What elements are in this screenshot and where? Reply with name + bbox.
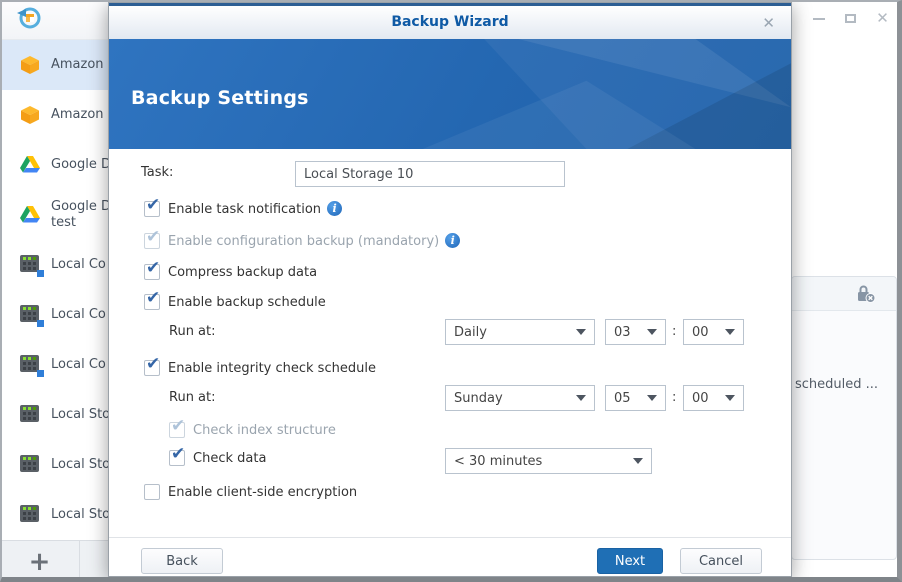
task-item-google-drive-1[interactable]: Google D (0, 140, 108, 190)
time-separator: : (672, 390, 677, 405)
dialog-titlebar[interactable]: Backup Wizard ✕ (109, 6, 791, 39)
checkbox-backup-schedule[interactable]: ✔ (144, 288, 160, 310)
row-integrity-schedule: ✔ Enable integrity check schedule (144, 354, 376, 376)
hyper-backup-logo-icon (16, 5, 42, 35)
integrity-hour-select[interactable]: 05 (605, 385, 666, 411)
integrity-minute-select[interactable]: 00 (683, 385, 744, 411)
dialog-title: Backup Wizard (391, 14, 509, 30)
backup-minute-select[interactable]: 00 (683, 319, 744, 345)
task-item-local-storage-1[interactable]: Local Sto (0, 390, 108, 440)
integrity-frequency-select[interactable]: Sunday (445, 385, 595, 411)
row-compress: ✔ Compress backup data (144, 258, 318, 280)
row-check-data: ✔ Check data (169, 444, 267, 466)
row-config-backup: ✔ Enable configuration backup (mandatory… (144, 227, 461, 250)
row-check-index: ✔ Check index structure (169, 416, 336, 438)
checkbox-integrity-schedule[interactable]: ✔ (144, 354, 160, 376)
panel-text-snippet: scheduled ... (795, 377, 879, 392)
backup-frequency-select[interactable]: Daily (445, 319, 595, 345)
copy-badge (37, 320, 44, 327)
checkbox-config-backup: ✔ (144, 227, 161, 249)
task-item-label: Local Co (51, 357, 106, 372)
lock-remove-icon[interactable] (856, 285, 876, 307)
backup-wizard-dialog: Backup Wizard ✕ Backup Settings Task: ✔ … (108, 2, 792, 577)
dialog-close-icon[interactable]: ✕ (762, 14, 775, 32)
chevron-down-icon (576, 329, 586, 335)
task-detail-panel: scheduled ... (791, 276, 897, 560)
footer-divider (109, 537, 791, 538)
task-item-local-copy-1[interactable]: Local Co (0, 240, 108, 290)
task-item-label: Google D (51, 157, 108, 172)
row-task-notification: ✔ Enable task notification i (144, 195, 343, 218)
chevron-down-icon (725, 329, 735, 335)
next-button[interactable]: Next (597, 548, 663, 574)
info-icon[interactable]: i (327, 201, 343, 216)
add-task-button[interactable]: + (0, 541, 80, 582)
copy-badge (37, 370, 44, 377)
checkbox-compress[interactable]: ✔ (144, 258, 160, 280)
amazon-cube-icon (20, 105, 42, 125)
local-server-icon (20, 455, 42, 475)
backup-run-at-label: Run at: (169, 324, 216, 339)
task-item-label: Local Sto (51, 407, 108, 422)
page-title: Backup Settings (131, 87, 309, 109)
sidebar-logo-bar (0, 0, 108, 40)
backup-task-list: Amazon Amazon Google D Google D test Loc… (0, 40, 108, 540)
row-backup-schedule: ✔ Enable backup schedule (144, 288, 326, 310)
task-item-label: Google D test (51, 199, 108, 230)
cancel-button[interactable]: Cancel (680, 548, 762, 574)
task-label: Task: (141, 165, 174, 180)
task-item-label: Local Co (51, 257, 106, 272)
dialog-header-banner: Backup Settings (109, 39, 791, 149)
panel-header (792, 277, 896, 311)
task-item-local-storage-3[interactable]: Local Sto (0, 490, 108, 540)
task-sidebar: Amazon Amazon Google D Google D test Loc… (0, 0, 108, 582)
task-item-label: Local Sto (51, 457, 108, 472)
task-item-label: Local Co (51, 307, 106, 322)
chevron-down-icon (633, 458, 643, 464)
chevron-down-icon (725, 395, 735, 401)
task-item-label: Amazon (51, 57, 104, 72)
amazon-cube-icon (20, 55, 42, 75)
local-server-badge-icon (20, 355, 44, 377)
task-item-label: Local Sto (51, 507, 108, 522)
integrity-run-at-label: Run at: (169, 390, 216, 405)
local-server-icon (20, 405, 42, 425)
window-close-icon[interactable]: ✕ (875, 11, 890, 26)
window-controls: ✕ (811, 11, 890, 26)
local-server-badge-icon (20, 255, 44, 277)
row-client-encryption: Enable client-side encryption (144, 484, 357, 501)
local-server-badge-icon (20, 305, 44, 327)
task-item-google-drive-test[interactable]: Google D test (0, 190, 108, 240)
task-name-input[interactable] (295, 161, 565, 187)
chevron-down-icon (647, 395, 657, 401)
check-data-duration-select[interactable]: < 30 minutes (445, 448, 652, 474)
screen: Amazon Amazon Google D Google D test Loc… (0, 0, 902, 582)
google-drive-icon (20, 155, 42, 175)
backup-hour-select[interactable]: 03 (605, 319, 666, 345)
local-server-icon (20, 505, 42, 525)
checkbox-check-index: ✔ (169, 416, 186, 438)
back-button[interactable]: Back (141, 548, 223, 574)
checkbox-task-notification[interactable]: ✔ (144, 195, 160, 217)
time-separator: : (672, 324, 677, 339)
chevron-down-icon (647, 329, 657, 335)
checkbox-client-encryption[interactable] (144, 484, 160, 500)
minimize-icon[interactable] (811, 11, 826, 26)
task-item-amazon-2[interactable]: Amazon (0, 90, 108, 140)
task-item-local-copy-2[interactable]: Local Co (0, 290, 108, 340)
task-item-label: Amazon (51, 107, 104, 122)
chevron-down-icon (576, 395, 586, 401)
checkbox-check-data[interactable]: ✔ (169, 444, 185, 466)
copy-badge (37, 270, 44, 277)
sidebar-toolbar: + (0, 540, 108, 582)
maximize-icon[interactable] (843, 11, 858, 26)
google-drive-icon (20, 205, 42, 225)
task-item-local-copy-3[interactable]: Local Co (0, 340, 108, 390)
task-item-amazon-1[interactable]: Amazon (0, 40, 108, 90)
task-item-local-storage-2[interactable]: Local Sto (0, 440, 108, 490)
info-icon[interactable]: i (445, 233, 461, 248)
